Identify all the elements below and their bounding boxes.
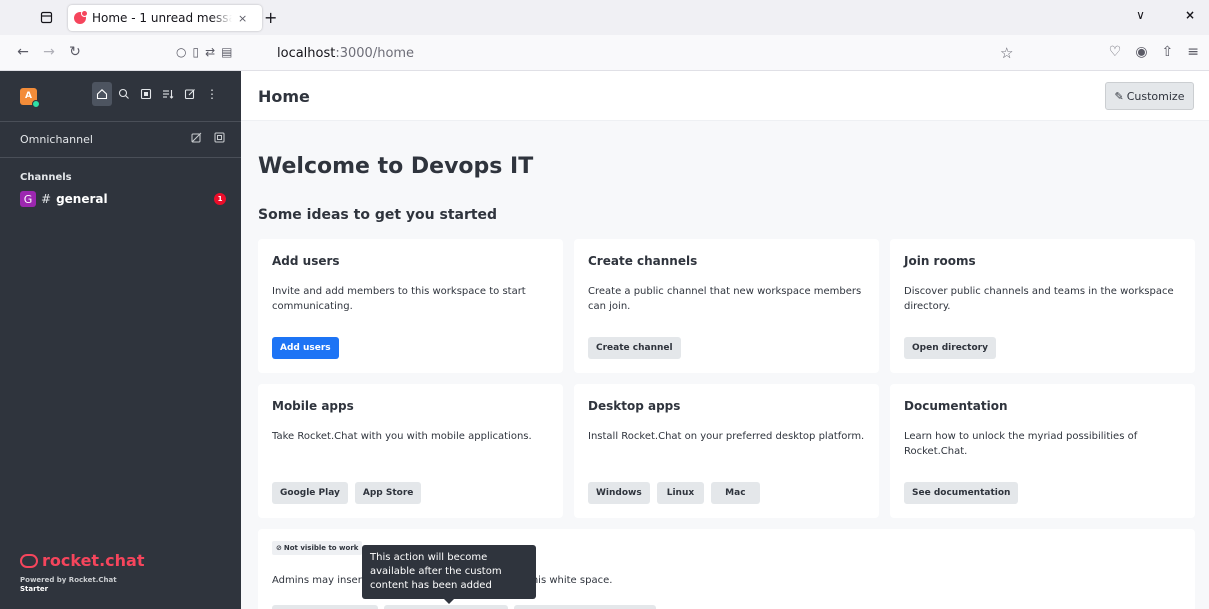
pocket-icon[interactable]: ♡ (1109, 44, 1122, 60)
extensions-icon[interactable]: ⇧ (1162, 44, 1174, 60)
create-channel-button[interactable]: Create channel (588, 337, 681, 359)
google-play-button[interactable]: Google Play (272, 482, 348, 504)
forward-icon[interactable]: → (36, 44, 62, 60)
card-create-channels: Create channels Create a public channel … (574, 239, 879, 373)
directory-icon[interactable] (136, 82, 156, 106)
card-title: Mobile apps (272, 399, 354, 413)
add-users-button[interactable]: Add users (272, 337, 339, 359)
not-visible-label: Not visible to work (283, 544, 359, 552)
app-store-button[interactable]: App Store (354, 482, 422, 504)
channels-section-title: Channels (20, 172, 72, 183)
card-mobile-apps: Mobile apps Take Rocket.Chat with you wi… (258, 384, 563, 518)
sort-icon[interactable] (158, 82, 178, 106)
create-new-icon[interactable] (180, 82, 200, 106)
user-avatar[interactable]: A (20, 87, 40, 108)
plan-text: Starter (20, 585, 49, 593)
kebab-menu-icon[interactable]: ⋮ (202, 82, 222, 106)
linux-button[interactable]: Linux (656, 482, 705, 504)
back-icon[interactable]: ← (10, 44, 36, 60)
browser-nav-bar: ← → ↻ ○ ▯ ⇄ ▤ localhost:3000/home ☆ ♡ ◉ … (0, 35, 1209, 71)
browser-tab-home[interactable]: Home - 1 unread messages × (68, 5, 262, 31)
sidebar-item-general[interactable]: G # general 1 (0, 187, 241, 211)
status-online-dot (32, 99, 40, 108)
room-name: general (56, 192, 108, 206)
card-description: Invite and add members to this workspace… (272, 286, 526, 312)
page-header: Home ✎ Customize (241, 71, 1209, 121)
account-icon[interactable]: ◉ (1135, 44, 1147, 60)
powered-by-text: Powered by Rocket.Chat (20, 576, 117, 584)
logo-text: rocket.chat (42, 551, 145, 570)
mac-button[interactable]: Mac (711, 482, 760, 504)
see-documentation-button[interactable]: See documentation (904, 482, 1019, 504)
omnichannel-section: Omnichannel (0, 122, 241, 157)
hash-icon: # (41, 192, 52, 206)
reader-icon[interactable]: ▤ (221, 45, 232, 59)
card-title: Join rooms (904, 254, 976, 268)
custom-action-button[interactable] (384, 605, 508, 609)
omnichannel-label: Omnichannel (20, 133, 93, 146)
window-close-icon[interactable]: × (1185, 8, 1195, 22)
admin-text-end: his white space. (531, 575, 613, 586)
home-icon[interactable] (92, 82, 112, 106)
new-tab-button[interactable]: + (264, 8, 277, 27)
card-description: Learn how to unlock the myriad possibili… (904, 431, 1138, 457)
tab-list-icon[interactable] (28, 0, 64, 35)
avatar-letter: A (25, 91, 32, 101)
card-add-users: Add users Invite and add members to this… (258, 239, 563, 373)
card-description: Create a public channel that new workspa… (588, 286, 862, 312)
list-all-tabs-icon[interactable]: ∨ (1136, 8, 1145, 22)
custom-action-button[interactable] (272, 605, 378, 609)
menu-icon[interactable]: ≡ (1187, 44, 1199, 60)
main-content: Home ✎ Customize Welcome to Devops IT So… (241, 71, 1209, 609)
sidebar-footer: rocket.chat Powered by Rocket.Chat Start… (20, 551, 144, 593)
room-avatar: G (20, 191, 36, 207)
card-description: Install Rocket.Chat on your preferred de… (588, 431, 865, 442)
rocketchat-logo: rocket.chat (20, 551, 144, 570)
card-title: Create channels (588, 254, 698, 268)
custom-action-button[interactable] (514, 605, 656, 609)
card-title: Documentation (904, 399, 1008, 413)
open-directory-button[interactable]: Open directory (904, 337, 996, 359)
card-description: Take Rocket.Chat with you with mobile ap… (272, 431, 532, 442)
rocketchat-favicon-icon (74, 10, 88, 24)
welcome-heading: Welcome to Devops IT (258, 154, 534, 179)
page-title: Home (258, 87, 310, 106)
card-description: Discover public channels and teams in th… (904, 286, 1174, 312)
omnichannel-status-icon[interactable] (191, 132, 202, 146)
pencil-icon: ✎ (1114, 89, 1124, 103)
card-documentation: Documentation Learn how to unlock the my… (890, 384, 1195, 518)
permissions-icon[interactable]: ⇄ (205, 45, 215, 59)
customize-button[interactable]: ✎ Customize (1105, 82, 1194, 110)
search-icon[interactable] (114, 82, 134, 106)
bookmark-star-icon[interactable]: ☆ (1000, 44, 1013, 62)
tooltip: This action will become available after … (362, 545, 536, 604)
url-host: localhost (277, 46, 336, 61)
eye-off-icon: ⊘ (276, 544, 282, 552)
windows-button[interactable]: Windows (588, 482, 650, 504)
admin-text-start: Admins may inser (272, 575, 362, 586)
ideas-heading: Some ideas to get you started (258, 207, 498, 223)
sidebar: A ⋮ Omnichannel Channels G # general 1 r… (0, 71, 241, 609)
url-bar[interactable]: localhost:3000/home (277, 46, 414, 61)
unread-badge: 1 (214, 193, 226, 205)
tab-close-icon[interactable]: × (238, 12, 247, 25)
url-path: :3000/home (335, 46, 415, 61)
tab-title: Home - 1 unread messages (92, 11, 232, 25)
card-join-rooms: Join rooms Discover public channels and … (890, 239, 1195, 373)
rocketchat-logo-icon (20, 553, 38, 568)
reload-icon[interactable]: ↻ (62, 44, 88, 60)
not-visible-badge: ⊘ Not visible to work (272, 541, 363, 555)
shield-icon[interactable]: ○ (176, 45, 186, 59)
page-icon[interactable]: ▯ (192, 45, 199, 59)
browser-tab-bar: Home - 1 unread messages × + ∨ × (0, 0, 1209, 35)
card-title: Desktop apps (588, 399, 681, 413)
customize-label: Customize (1126, 89, 1185, 103)
card-title: Add users (272, 254, 340, 268)
contact-center-icon[interactable] (214, 132, 225, 146)
card-desktop-apps: Desktop apps Install Rocket.Chat on your… (574, 384, 879, 518)
